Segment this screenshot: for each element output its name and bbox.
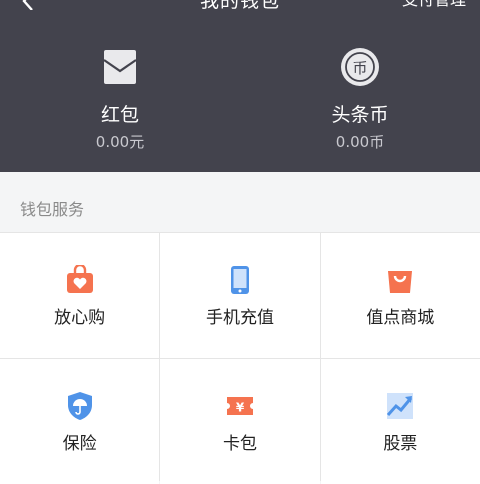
service-phone-recharge[interactable]: 手机充值 [160,233,320,358]
services-section-header: 钱包服务 [0,174,480,232]
service-insurance[interactable]: 保险 [0,359,160,484]
coin-glyph: 币 [352,59,367,77]
services-grid: 放心购 手机充值 值点商城 保险 ¥ 卡包 股票 [0,232,480,484]
payment-management-link[interactable]: 支付管理 [402,0,466,10]
yuan-glyph: ¥ [236,401,245,415]
heart-bag-icon [66,265,93,293]
service-label: 值点商城 [366,308,435,328]
stock-chart-icon [387,393,414,419]
ticket-icon: ¥ [226,397,253,415]
toutiao-coin-entry[interactable]: 币 头条币 0.00币 [240,46,480,152]
toutiao-coin-amount: 0.00币 [335,133,385,151]
service-zhidian-mall[interactable]: 值点商城 [320,233,480,358]
wallet-header: 我的钱包 支付管理 红包 0.00元 币 头条币 0.00币 [0,0,480,172]
red-packet-entry[interactable]: 红包 0.00元 [0,46,240,152]
service-label: 股票 [383,434,418,454]
service-label: 保险 [62,434,97,454]
red-packet-amount: 0.00元 [95,133,145,151]
service-label: 放心购 [54,308,106,328]
service-card-wallet[interactable]: ¥ 卡包 [160,359,320,484]
phone-icon [230,266,249,294]
red-packet-label: 红包 [100,104,139,126]
service-label: 卡包 [222,434,257,454]
service-label: 手机充值 [205,308,274,328]
service-fangxingou[interactable]: 放心购 [0,233,160,358]
service-stocks[interactable]: 股票 [320,359,480,484]
services-section-title: 钱包服务 [20,200,85,219]
umbrella-shield-icon [67,392,92,420]
toutiao-coin-label: 头条币 [331,104,389,126]
shopping-bag-icon [388,271,413,293]
coin-icon: 币 [341,48,379,86]
envelope-icon [103,50,137,84]
